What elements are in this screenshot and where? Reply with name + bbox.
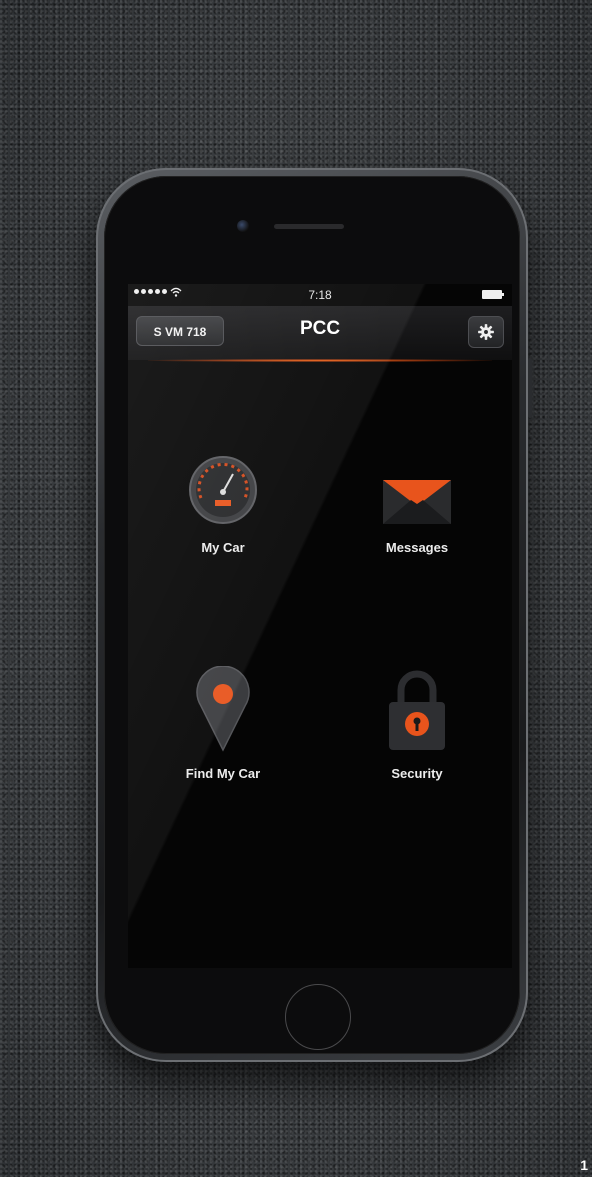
status-time: 7:18 bbox=[308, 288, 332, 302]
padlock-icon bbox=[389, 670, 445, 750]
settings-button[interactable] bbox=[468, 316, 504, 348]
phone-screen: 7:18 S VM 718 PCC My Car Messages Find M… bbox=[128, 284, 512, 968]
menu-label: Find My Car bbox=[185, 766, 261, 781]
phone-face: 7:18 S VM 718 PCC My Car Messages Find M… bbox=[104, 176, 520, 1054]
front-camera bbox=[237, 220, 249, 232]
earpiece-speaker bbox=[274, 224, 344, 229]
phone-frame: 7:18 S VM 718 PCC My Car Messages Find M… bbox=[96, 168, 532, 1062]
app-title: PCC bbox=[299, 318, 341, 339]
menu-tile-my-car[interactable]: My Car bbox=[148, 434, 298, 555]
status-bar: 7:18 bbox=[128, 284, 512, 306]
menu-tile-security[interactable]: Security bbox=[342, 660, 492, 781]
battery-icon bbox=[482, 290, 504, 299]
nav-bar: S VM 718 PCC bbox=[128, 306, 512, 360]
menu-label: My Car bbox=[201, 540, 245, 555]
figure-number: 1 bbox=[580, 1157, 588, 1173]
home-button[interactable] bbox=[285, 984, 351, 1050]
side-button bbox=[528, 358, 532, 418]
gear-icon bbox=[478, 324, 494, 340]
envelope-icon bbox=[383, 480, 451, 524]
menu-label: Security bbox=[391, 766, 443, 781]
map-pin-icon bbox=[196, 666, 250, 752]
speedometer-icon bbox=[189, 456, 257, 524]
nav-accent-glow bbox=[148, 359, 492, 362]
screen-glare bbox=[128, 284, 512, 968]
menu-tile-messages[interactable]: Messages bbox=[342, 434, 492, 555]
menu-label: Messages bbox=[385, 540, 449, 555]
menu-tile-find-my-car[interactable]: Find My Car bbox=[148, 660, 298, 781]
